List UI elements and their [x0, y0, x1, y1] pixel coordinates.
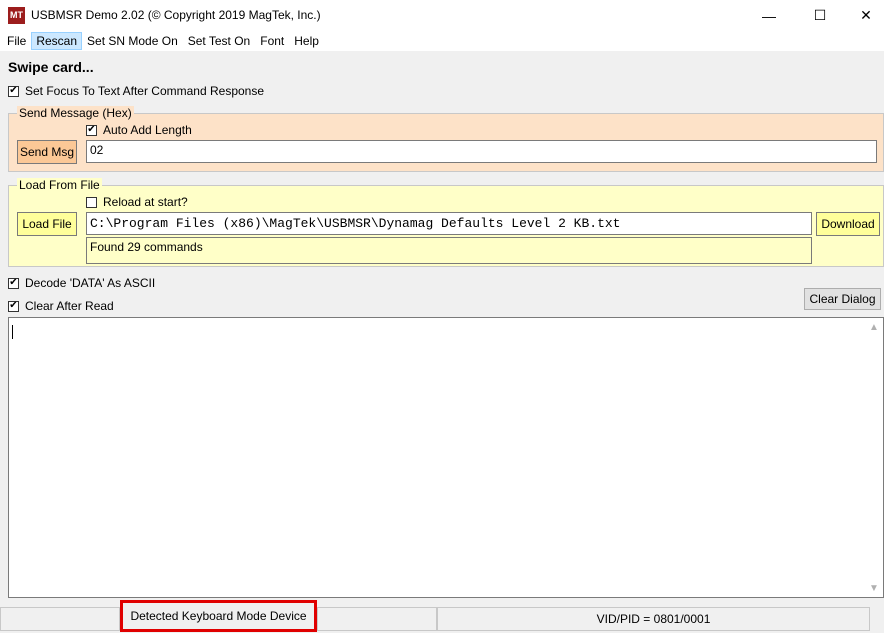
statusbar-device-mode: Detected Keyboard Mode Device: [120, 600, 317, 632]
send-message-legend: Send Message (Hex): [17, 106, 134, 120]
menu-file[interactable]: File: [2, 32, 31, 50]
set-focus-checkbox[interactable]: ✔: [8, 85, 19, 97]
load-result-text: Found 29 commands: [86, 237, 812, 264]
clear-after-read-label: Clear After Read: [25, 299, 114, 313]
file-path-input[interactable]: C:\Program Files (x86)\MagTek\USBMSR\Dyn…: [86, 212, 812, 235]
clear-after-read-option[interactable]: ✔ Clear After Read: [8, 299, 114, 313]
swipe-status-label: Swipe card...: [8, 59, 94, 75]
text-cursor: [12, 325, 13, 339]
decode-ascii-label: Decode 'DATA' As ASCII: [25, 276, 156, 290]
reload-at-start-label: Reload at start?: [103, 195, 188, 209]
auto-add-length-label: Auto Add Length: [103, 123, 192, 137]
menu-set-sn-mode-on[interactable]: Set SN Mode On: [82, 32, 183, 50]
menu-help[interactable]: Help: [289, 32, 324, 50]
statusbar-empty-panel: [0, 607, 120, 631]
load-file-legend: Load From File: [17, 178, 102, 192]
send-msg-button[interactable]: Send Msg: [17, 140, 77, 164]
set-focus-label: Set Focus To Text After Command Response: [25, 84, 265, 98]
menu-font[interactable]: Font: [255, 32, 289, 50]
auto-add-length-checkbox[interactable]: ✔: [86, 124, 97, 136]
menu-set-test-on[interactable]: Set Test On: [183, 32, 255, 50]
maximize-button[interactable]: ☐: [797, 0, 843, 31]
auto-add-length-option[interactable]: ✔ Auto Add Length: [86, 123, 192, 137]
statusbar-vid-pid: VID/PID = 0801/0001: [437, 607, 870, 631]
load-file-button[interactable]: Load File: [17, 212, 77, 236]
minimize-button[interactable]: —: [746, 0, 792, 31]
close-button[interactable]: ✕: [843, 0, 884, 31]
menu-rescan[interactable]: Rescan: [31, 32, 83, 50]
scroll-down-arrow-icon[interactable]: ▼: [867, 581, 881, 595]
app-logo-icon: MT: [8, 7, 25, 24]
title-bar: MT USBMSR Demo 2.02 (© Copyright 2019 Ma…: [0, 0, 884, 31]
reload-at-start-checkbox[interactable]: [86, 196, 97, 208]
window-title: USBMSR Demo 2.02 (© Copyright 2019 MagTe…: [31, 8, 321, 22]
clear-after-read-checkbox[interactable]: ✔: [8, 300, 19, 312]
reload-at-start-option[interactable]: Reload at start?: [86, 195, 188, 209]
clear-dialog-button[interactable]: Clear Dialog: [804, 288, 881, 310]
set-focus-option[interactable]: ✔ Set Focus To Text After Command Respon…: [8, 84, 264, 98]
statusbar-spacer-panel: [317, 607, 437, 631]
decode-ascii-checkbox[interactable]: ✔: [8, 277, 19, 289]
download-button[interactable]: Download: [816, 212, 880, 236]
send-message-group: Send Message (Hex) ✔ Auto Add Length Sen…: [8, 106, 884, 172]
menu-bar: File Rescan Set SN Mode On Set Test On F…: [0, 31, 884, 51]
decode-ascii-option[interactable]: ✔ Decode 'DATA' As ASCII: [8, 276, 155, 290]
output-textarea[interactable]: ▲ ▼: [8, 317, 884, 598]
load-file-group: Load From File Reload at start? Load Fil…: [8, 178, 884, 267]
hex-message-input[interactable]: 02: [86, 140, 877, 163]
scroll-up-arrow-icon[interactable]: ▲: [867, 320, 881, 334]
